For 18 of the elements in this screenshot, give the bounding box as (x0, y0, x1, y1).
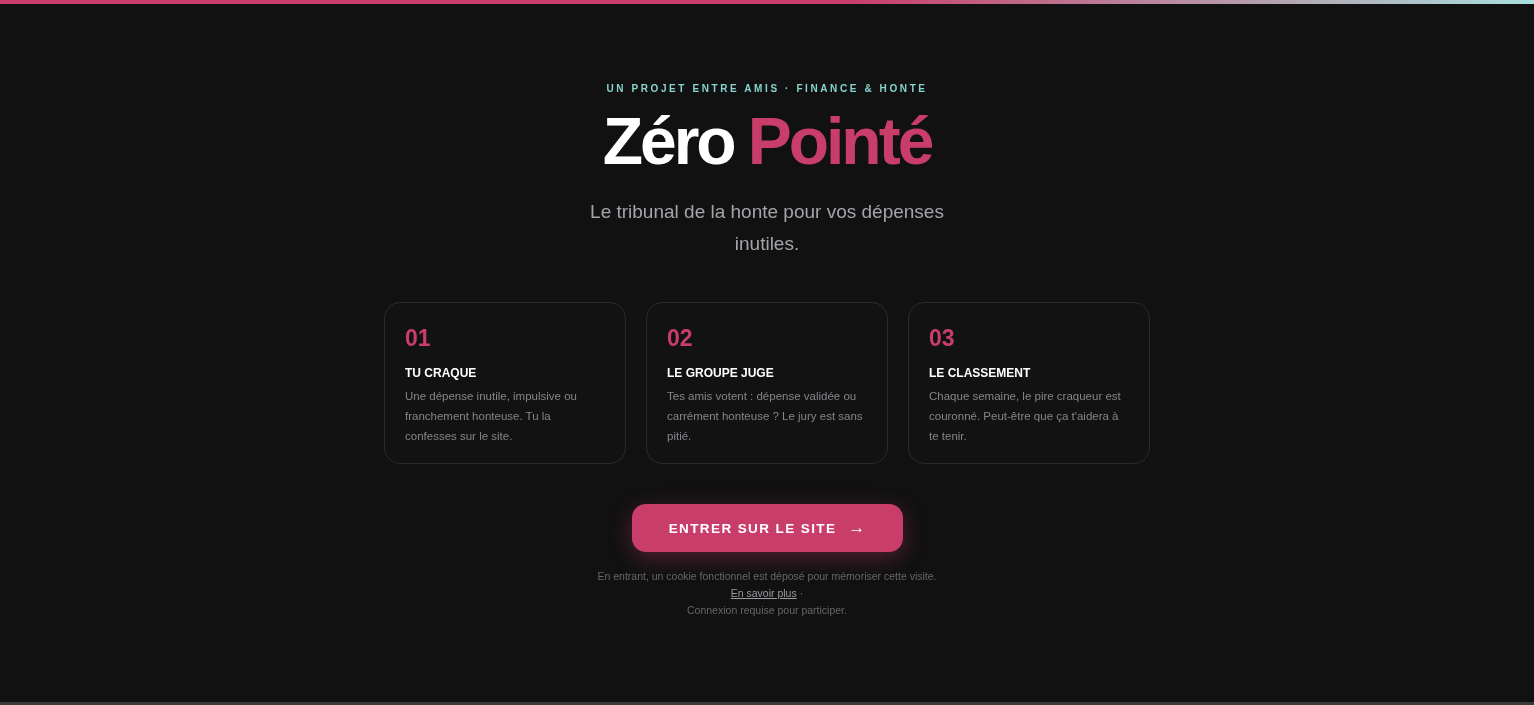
logo-title-word: Zéro (602, 108, 734, 174)
step-description: Chaque semaine, le pire craqueur est couronné. Peut-être que ça t'aidera à te tenir. (929, 389, 1122, 444)
step-title: LE CLASSEMENT (929, 366, 1032, 380)
step-number: 03 (929, 325, 956, 352)
cookie-notice: En entrant, un cookie fonctionnel est déposé pour mémoriser cette visite. (597, 570, 937, 582)
step-description: Une dépense inutile, impulsive ou franchement honteuse. Tu la confesses sur le site. (405, 389, 578, 444)
separator-dot: · (799, 587, 804, 599)
enter-site-button[interactable]: ENTRER SUR LE SITE → (631, 504, 903, 552)
login-notice: Connexion requise pour participer. (687, 604, 847, 616)
tagline: UN PROJET ENTRE AMIS · FINANCE & HONTE (606, 83, 928, 94)
step-number: 02 (667, 325, 694, 352)
step-title: TU CRAQUE (405, 366, 478, 380)
subtitle: Le tribunal de la honte pour vos dépenses inutiles. (589, 200, 945, 256)
learn-more-link[interactable]: En savoir plus (730, 587, 797, 599)
step-title: LE GROUPE JUGE (667, 366, 775, 380)
step-description: Tes amis votent : dépense validée ou carrément honteuse ? Le jury est sans pitié. (667, 389, 864, 444)
logo-title-accent-word: Pointé (747, 108, 932, 174)
step-number: 01 (405, 325, 432, 352)
